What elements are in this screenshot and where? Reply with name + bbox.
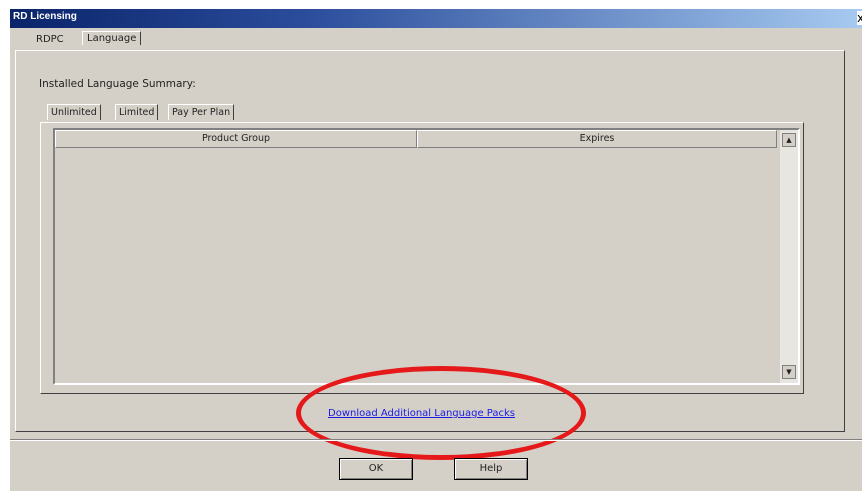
tab-unlimited[interactable]: Unlimited: [47, 104, 101, 120]
grid-header: Product Group Expires: [55, 130, 777, 148]
scroll-up-icon[interactable]: ▲: [782, 133, 796, 147]
tab-limited[interactable]: Limited: [115, 104, 159, 120]
column-header-product-group[interactable]: Product Group: [55, 130, 417, 148]
column-header-expires[interactable]: Expires: [417, 130, 777, 148]
title-bar[interactable]: RD Licensing x: [10, 9, 862, 28]
highlight-ellipse: [296, 366, 586, 460]
help-button[interactable]: Help: [454, 458, 528, 480]
separator: [10, 439, 862, 441]
vertical-scrollbar[interactable]: ▲ ▼: [779, 130, 798, 383]
close-icon[interactable]: x: [857, 11, 862, 25]
tab-language[interactable]: Language: [82, 31, 142, 45]
window-title: RD Licensing: [13, 11, 77, 22]
ok-button[interactable]: OK: [339, 458, 413, 480]
summary-label: Installed Language Summary:: [39, 78, 196, 90]
product-grid[interactable]: Product Group Expires ▲ ▼: [53, 128, 800, 385]
tab-pay-per-plan[interactable]: Pay Per Plan: [168, 104, 235, 120]
tab-rdpc[interactable]: RDPC: [36, 34, 64, 45]
scroll-down-icon[interactable]: ▼: [782, 365, 796, 379]
